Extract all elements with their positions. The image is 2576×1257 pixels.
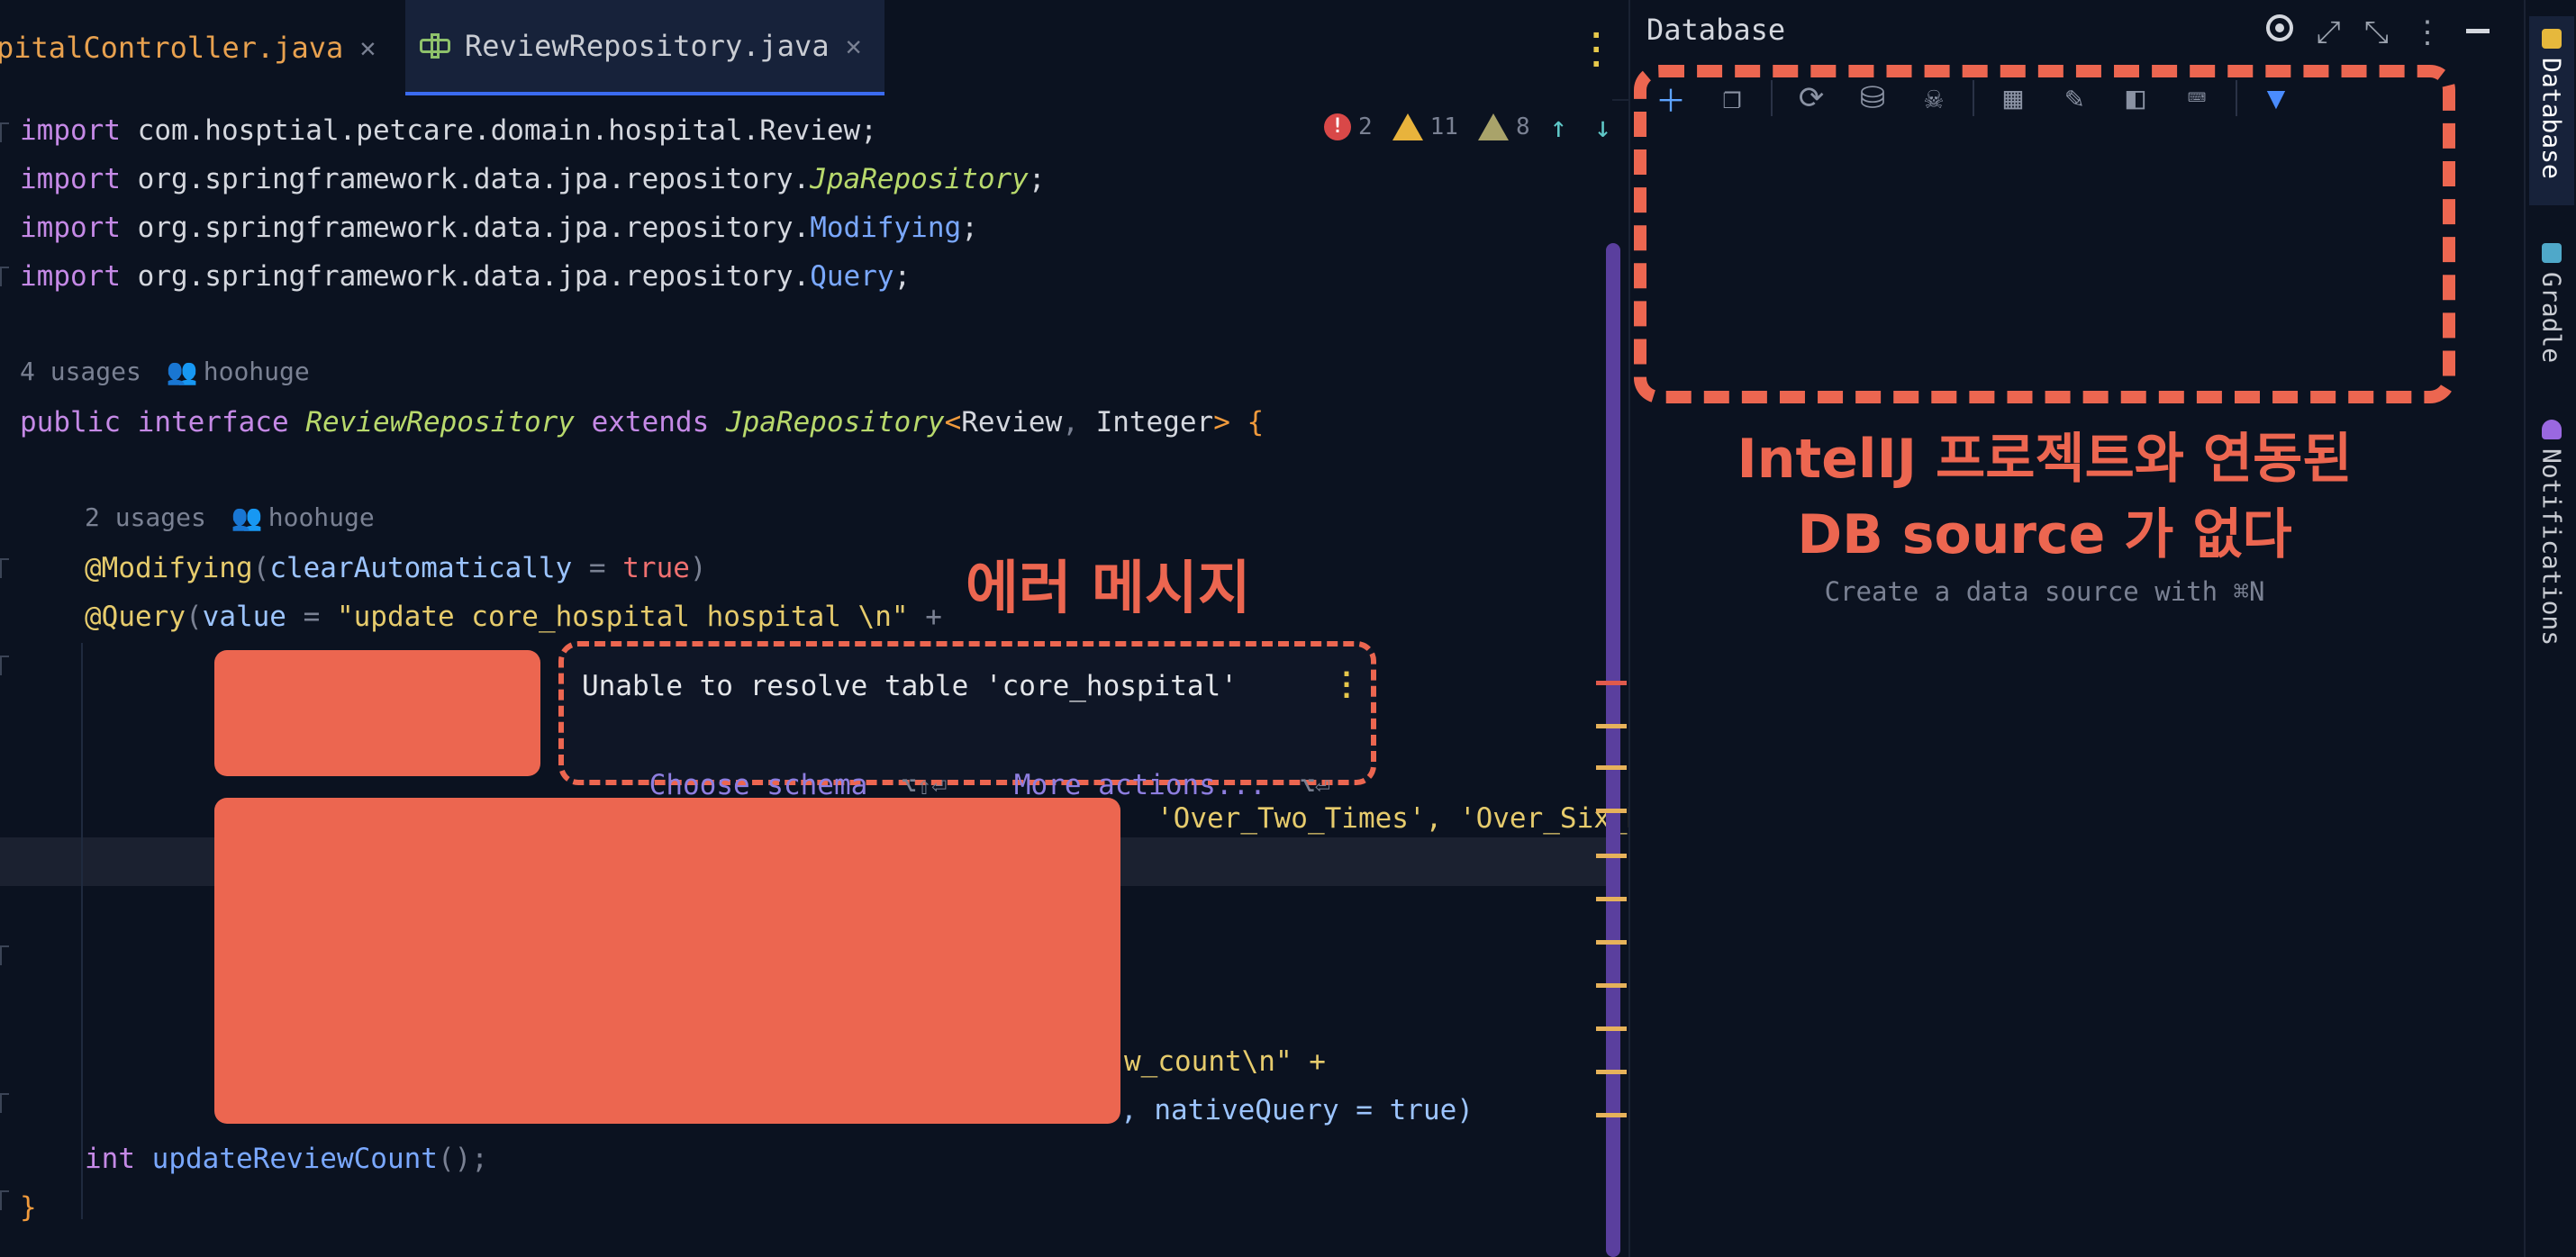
- minimize-icon[interactable]: [2466, 29, 2490, 33]
- error-tooltip-popup: Unable to resolve table 'core_hospital' …: [558, 641, 1376, 801]
- tool-window-notifications[interactable]: Notifications: [2529, 407, 2574, 659]
- editor-scrollbar[interactable]: [1606, 243, 1620, 1257]
- empty-state-text: Create a data source with ⌘N: [1824, 576, 2265, 607]
- code-fragment: , nativeQuery = true): [1120, 1094, 1474, 1126]
- tab-hospital-controller[interactable]: pitalController.java ✕: [0, 0, 376, 95]
- close-icon[interactable]: ✕: [359, 32, 376, 64]
- code-fragment: w_count\n" +: [1124, 1045, 1326, 1078]
- weak-warning-icon: [1477, 113, 1509, 140]
- fold-marker-icon[interactable]: [0, 1093, 9, 1113]
- warning-stripe-mark[interactable]: [1596, 897, 1627, 901]
- annotation-highlight-box: [1634, 65, 2455, 403]
- fold-marker-icon[interactable]: [0, 267, 9, 286]
- warning-stripe-mark[interactable]: [1596, 1026, 1627, 1031]
- indent-guide: [81, 643, 83, 1219]
- fold-marker-icon[interactable]: [0, 945, 9, 965]
- shortcut-label: ⌥⏎: [1300, 771, 1330, 800]
- panel-header-actions: ⤢ ⤡ ⋮: [2265, 14, 2490, 50]
- popup-actions: Choose schema ⌥⇧⏎ More actions... ⌥⏎: [582, 737, 1330, 834]
- code-line-import: import com.hosptial.petcare.domain.hospi…: [20, 114, 877, 147]
- code-line-modifying: @Modifying(clearAutomatically = true): [85, 552, 707, 584]
- code-line-import: import org.springframework.data.jpa.repo…: [20, 163, 1046, 195]
- warning-stripe-mark[interactable]: [1596, 809, 1627, 813]
- code-line-closing: }: [20, 1191, 37, 1224]
- code-line-query: @Query(value = "update core_hospital hos…: [85, 601, 942, 633]
- warning-count: 11: [1429, 113, 1458, 140]
- warning-stripe-mark[interactable]: [1596, 1113, 1627, 1117]
- error-message: Unable to resolve table 'core_hospital': [582, 670, 1238, 702]
- annotation-error-label: 에러 메시지: [966, 556, 1251, 622]
- code-line-method: int updateReviewCount();: [85, 1143, 488, 1175]
- code-line-import: import org.springframework.data.jpa.repo…: [20, 260, 912, 293]
- error-icon: !: [1324, 113, 1351, 140]
- warning-stripe-mark[interactable]: [1596, 1070, 1627, 1074]
- tab-label: ReviewRepository.java: [465, 29, 830, 63]
- tab-label: pitalController.java: [0, 31, 344, 65]
- warning-stripe-mark[interactable]: [1596, 983, 1627, 988]
- choose-schema-link[interactable]: Choose schema: [649, 769, 868, 801]
- fold-marker-icon[interactable]: [0, 1190, 9, 1210]
- database-panel: Database ⤢ ⤡ ⋮ ＋ ❐ ⟳ ⛁ ☠ ▦ ✎ ◧ ⌨ ▼ Intel…: [1628, 0, 2526, 1257]
- more-vertical-icon[interactable]: ⋮: [2412, 14, 2443, 50]
- users-icon: 👥: [231, 502, 263, 532]
- warning-stripe-mark[interactable]: [1596, 854, 1627, 858]
- more-vertical-icon[interactable]: · · ·: [1587, 21, 1605, 80]
- tab-review-repository[interactable]: ReviewRepository.java ✕: [405, 0, 884, 95]
- users-icon: 👥: [166, 357, 198, 386]
- code-line-interface: public interface ReviewRepository extend…: [20, 406, 1265, 439]
- database-icon: [2542, 29, 2562, 49]
- more-actions-link[interactable]: More actions...: [1014, 769, 1266, 801]
- warning-stripe-mark[interactable]: [1596, 765, 1627, 770]
- tool-window-gradle[interactable]: Gradle: [2529, 231, 2574, 384]
- code-line-import: import org.springframework.data.jpa.repo…: [20, 212, 978, 244]
- usages-hint[interactable]: 4 usages 👥 hoohuge: [20, 357, 310, 386]
- usages-hint[interactable]: 2 usages 👥 hoohuge: [85, 502, 375, 532]
- weak-warning-count: 8: [1515, 113, 1530, 140]
- arrow-down-icon[interactable]: ↓: [1594, 110, 1611, 144]
- annotation-no-datasource: IntelIJ 프로젝트와 연동된 DB source 가 없다: [1737, 428, 2353, 566]
- inspection-widget[interactable]: ! 2 11 8 ↑ ↓: [1324, 110, 1611, 144]
- fold-marker-icon[interactable]: [0, 656, 9, 675]
- error-stripe-mark[interactable]: [1596, 681, 1627, 685]
- collapse-icon[interactable]: ⤡: [2364, 14, 2389, 50]
- shortcut-label: ⌥⇧⏎: [901, 771, 948, 800]
- fold-marker-icon[interactable]: [0, 122, 9, 142]
- interface-icon: [420, 33, 452, 59]
- close-icon[interactable]: ✕: [846, 31, 862, 62]
- redaction-block: [214, 650, 540, 776]
- right-tool-strip: Database Gradle Notifications: [2524, 0, 2576, 1257]
- fold-marker-icon[interactable]: [0, 558, 9, 578]
- arrow-up-icon[interactable]: ↑: [1550, 110, 1567, 144]
- warning-stripe-mark[interactable]: [1596, 940, 1627, 945]
- warning-stripe-mark[interactable]: [1596, 724, 1627, 728]
- redaction-block: [214, 798, 1120, 1124]
- bell-icon: [2542, 420, 2562, 439]
- more-vertical-icon[interactable]: · · ·: [1338, 662, 1355, 710]
- panel-title: Database: [1646, 13, 1786, 47]
- expand-icon[interactable]: ⤢: [2317, 14, 2341, 50]
- error-count: 2: [1358, 113, 1373, 140]
- gradle-icon: [2542, 243, 2562, 263]
- tool-window-database[interactable]: Database: [2529, 16, 2574, 205]
- editor-tab-bar: pitalController.java ✕ ReviewRepository.…: [0, 0, 1628, 101]
- locate-icon[interactable]: [2265, 14, 2293, 41]
- warning-icon: [1392, 113, 1423, 140]
